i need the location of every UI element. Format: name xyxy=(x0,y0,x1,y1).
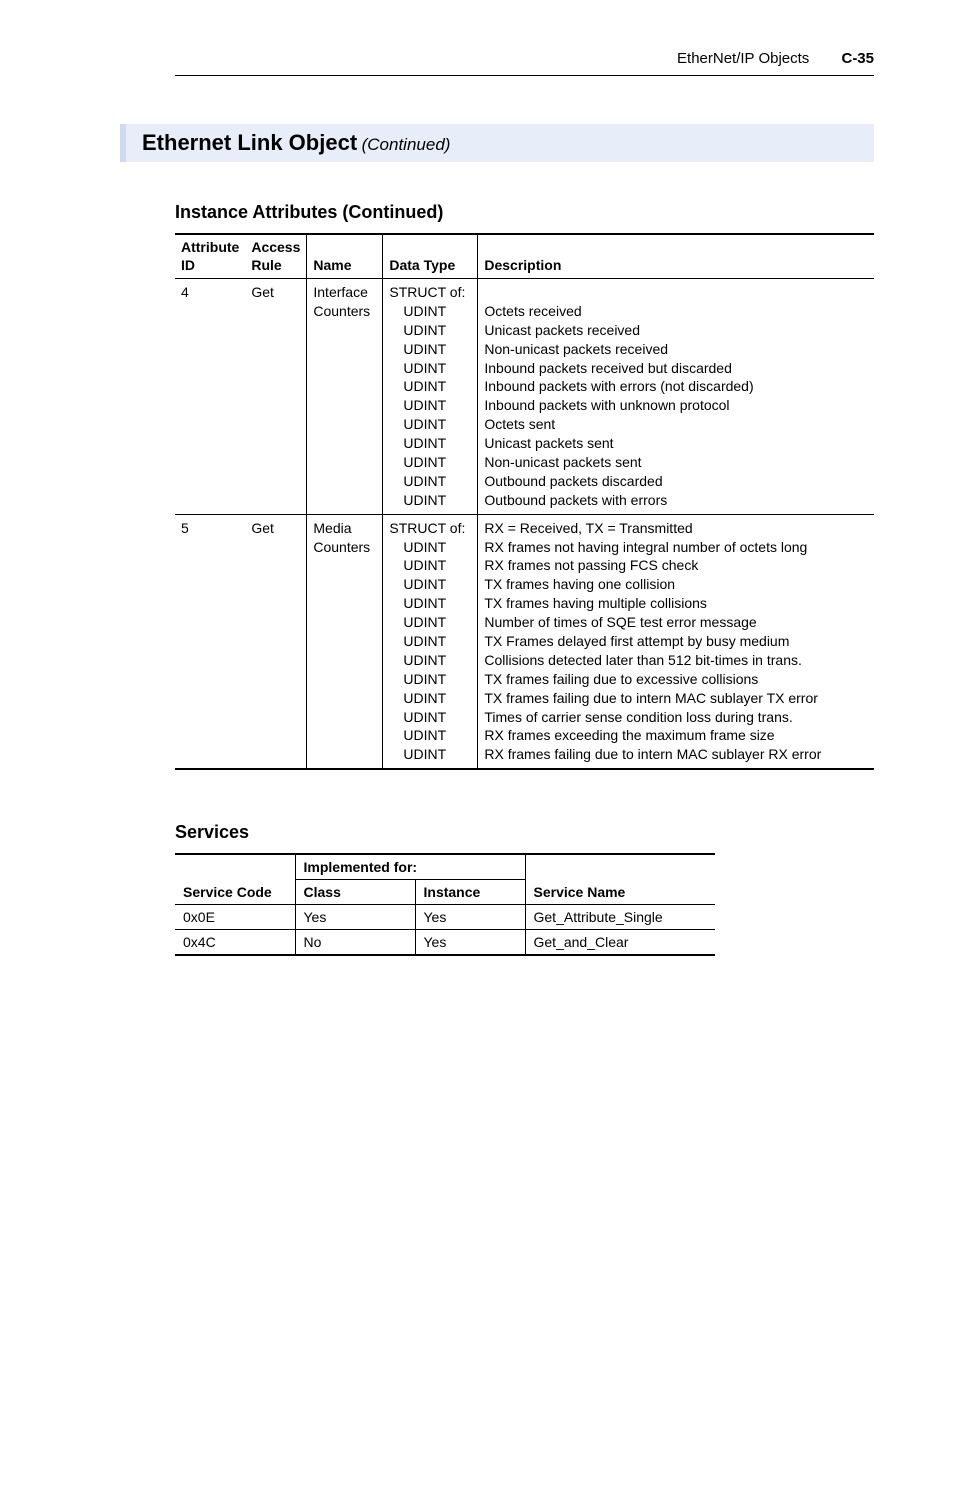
doc-title: EtherNet/IP Objects xyxy=(677,50,809,67)
col-instance: Instance xyxy=(415,880,525,905)
cell-instance: Yes xyxy=(415,905,525,930)
cell-class: Yes xyxy=(295,905,415,930)
col-desc: Description xyxy=(478,234,874,279)
cell-access: Get xyxy=(245,514,307,769)
attributes-heading: Instance Attributes (Continued) xyxy=(175,202,874,223)
col-group-implemented: Implemented for: xyxy=(295,854,525,880)
col-attr-id: Attribute ID xyxy=(175,234,245,279)
section-title-band: Ethernet Link Object (Continued) xyxy=(120,124,874,162)
cell-service-name: Get_Attribute_Single xyxy=(525,905,715,930)
section-continued: (Continued) xyxy=(362,135,451,154)
cell-service-name: Get_and_Clear xyxy=(525,930,715,956)
col-service-code: Service Code xyxy=(175,854,295,905)
cell-class: No xyxy=(295,930,415,956)
table-row: 5GetMediaCountersSTRUCT of:UDINTUDINTUDI… xyxy=(175,514,874,769)
cell-access: Get xyxy=(245,279,307,515)
col-dtype: Data Type xyxy=(383,234,478,279)
empty-header-cell xyxy=(525,854,715,880)
header-rule xyxy=(175,75,874,76)
cell-attr-id: 5 xyxy=(175,514,245,769)
col-access: Access Rule xyxy=(245,234,307,279)
col-service-name: Service Name xyxy=(525,880,715,905)
attributes-table: Attribute ID Access Rule Name Data Type … xyxy=(175,233,874,770)
section-title: Ethernet Link Object xyxy=(142,130,357,155)
running-header: EtherNet/IP Objects C-35 xyxy=(175,50,874,67)
cell-dtype: STRUCT of:UDINTUDINTUDINTUDINTUDINTUDINT… xyxy=(383,514,478,769)
table-row: 4GetInterfaceCountersSTRUCT of:UDINTUDIN… xyxy=(175,279,874,515)
col-class: Class xyxy=(295,880,415,905)
col-name: Name xyxy=(307,234,383,279)
cell-service-code: 0x0E xyxy=(175,905,295,930)
cell-name: InterfaceCounters xyxy=(307,279,383,515)
services-heading: Services xyxy=(175,822,874,843)
cell-name: MediaCounters xyxy=(307,514,383,769)
table-row: 0x4CNoYesGet_and_Clear xyxy=(175,930,715,956)
cell-attr-id: 4 xyxy=(175,279,245,515)
cell-desc: RX = Received, TX = TransmittedRX frames… xyxy=(478,514,874,769)
services-table: Service Code Implemented for: Class Inst… xyxy=(175,853,715,956)
cell-desc: Octets receivedUnicast packets receivedN… xyxy=(478,279,874,515)
cell-service-code: 0x4C xyxy=(175,930,295,956)
cell-instance: Yes xyxy=(415,930,525,956)
cell-dtype: STRUCT of:UDINTUDINTUDINTUDINTUDINTUDINT… xyxy=(383,279,478,515)
table-row: 0x0EYesYesGet_Attribute_Single xyxy=(175,905,715,930)
page-number: C-35 xyxy=(841,50,874,67)
